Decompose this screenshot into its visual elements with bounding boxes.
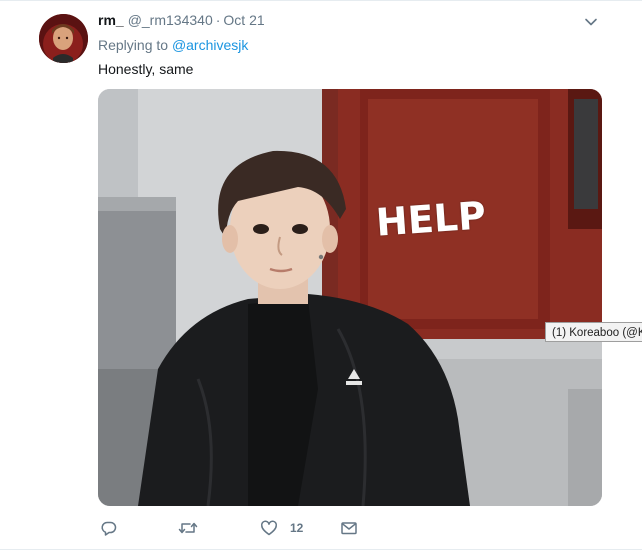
tweet-text: Honestly, same	[98, 61, 194, 77]
tweet-header: rm_ @_rm134340 · Oct 21	[98, 11, 265, 29]
user-fullname[interactable]: rm_	[98, 12, 124, 28]
media-photo	[98, 89, 602, 506]
tweet[interactable]: rm_ @_rm134340 · Oct 21 Replying to @archiv…	[0, 0, 642, 550]
retweet-icon	[178, 522, 198, 534]
separator-dot: ·	[215, 12, 221, 28]
reply-icon	[101, 521, 117, 536]
replying-prefix: Replying to	[98, 37, 172, 53]
replying-to-context: Replying to @archivesjk	[98, 36, 248, 54]
like-count: 12	[290, 521, 304, 535]
like-button[interactable]: 12	[260, 517, 303, 539]
browser-tooltip: (1) Koreaboo (@K	[545, 322, 642, 342]
replying-to-link[interactable]: @archivesjk	[172, 37, 248, 53]
avatar-image	[39, 14, 88, 63]
tweet-actions: 12	[100, 517, 400, 539]
tweet-timestamp[interactable]: Oct 21	[223, 12, 264, 28]
envelope-icon	[341, 522, 357, 535]
reply-button[interactable]	[100, 517, 118, 539]
direct-message-button[interactable]	[340, 517, 358, 539]
retweet-button[interactable]	[178, 517, 198, 539]
heart-icon	[261, 520, 277, 536]
avatar[interactable]	[39, 14, 88, 63]
media-caption: HELP	[374, 193, 488, 245]
tweet-media-image[interactable]: HELP	[98, 89, 602, 506]
chevron-down-icon[interactable]	[584, 15, 598, 29]
user-handle[interactable]: @_rm134340	[128, 12, 213, 28]
